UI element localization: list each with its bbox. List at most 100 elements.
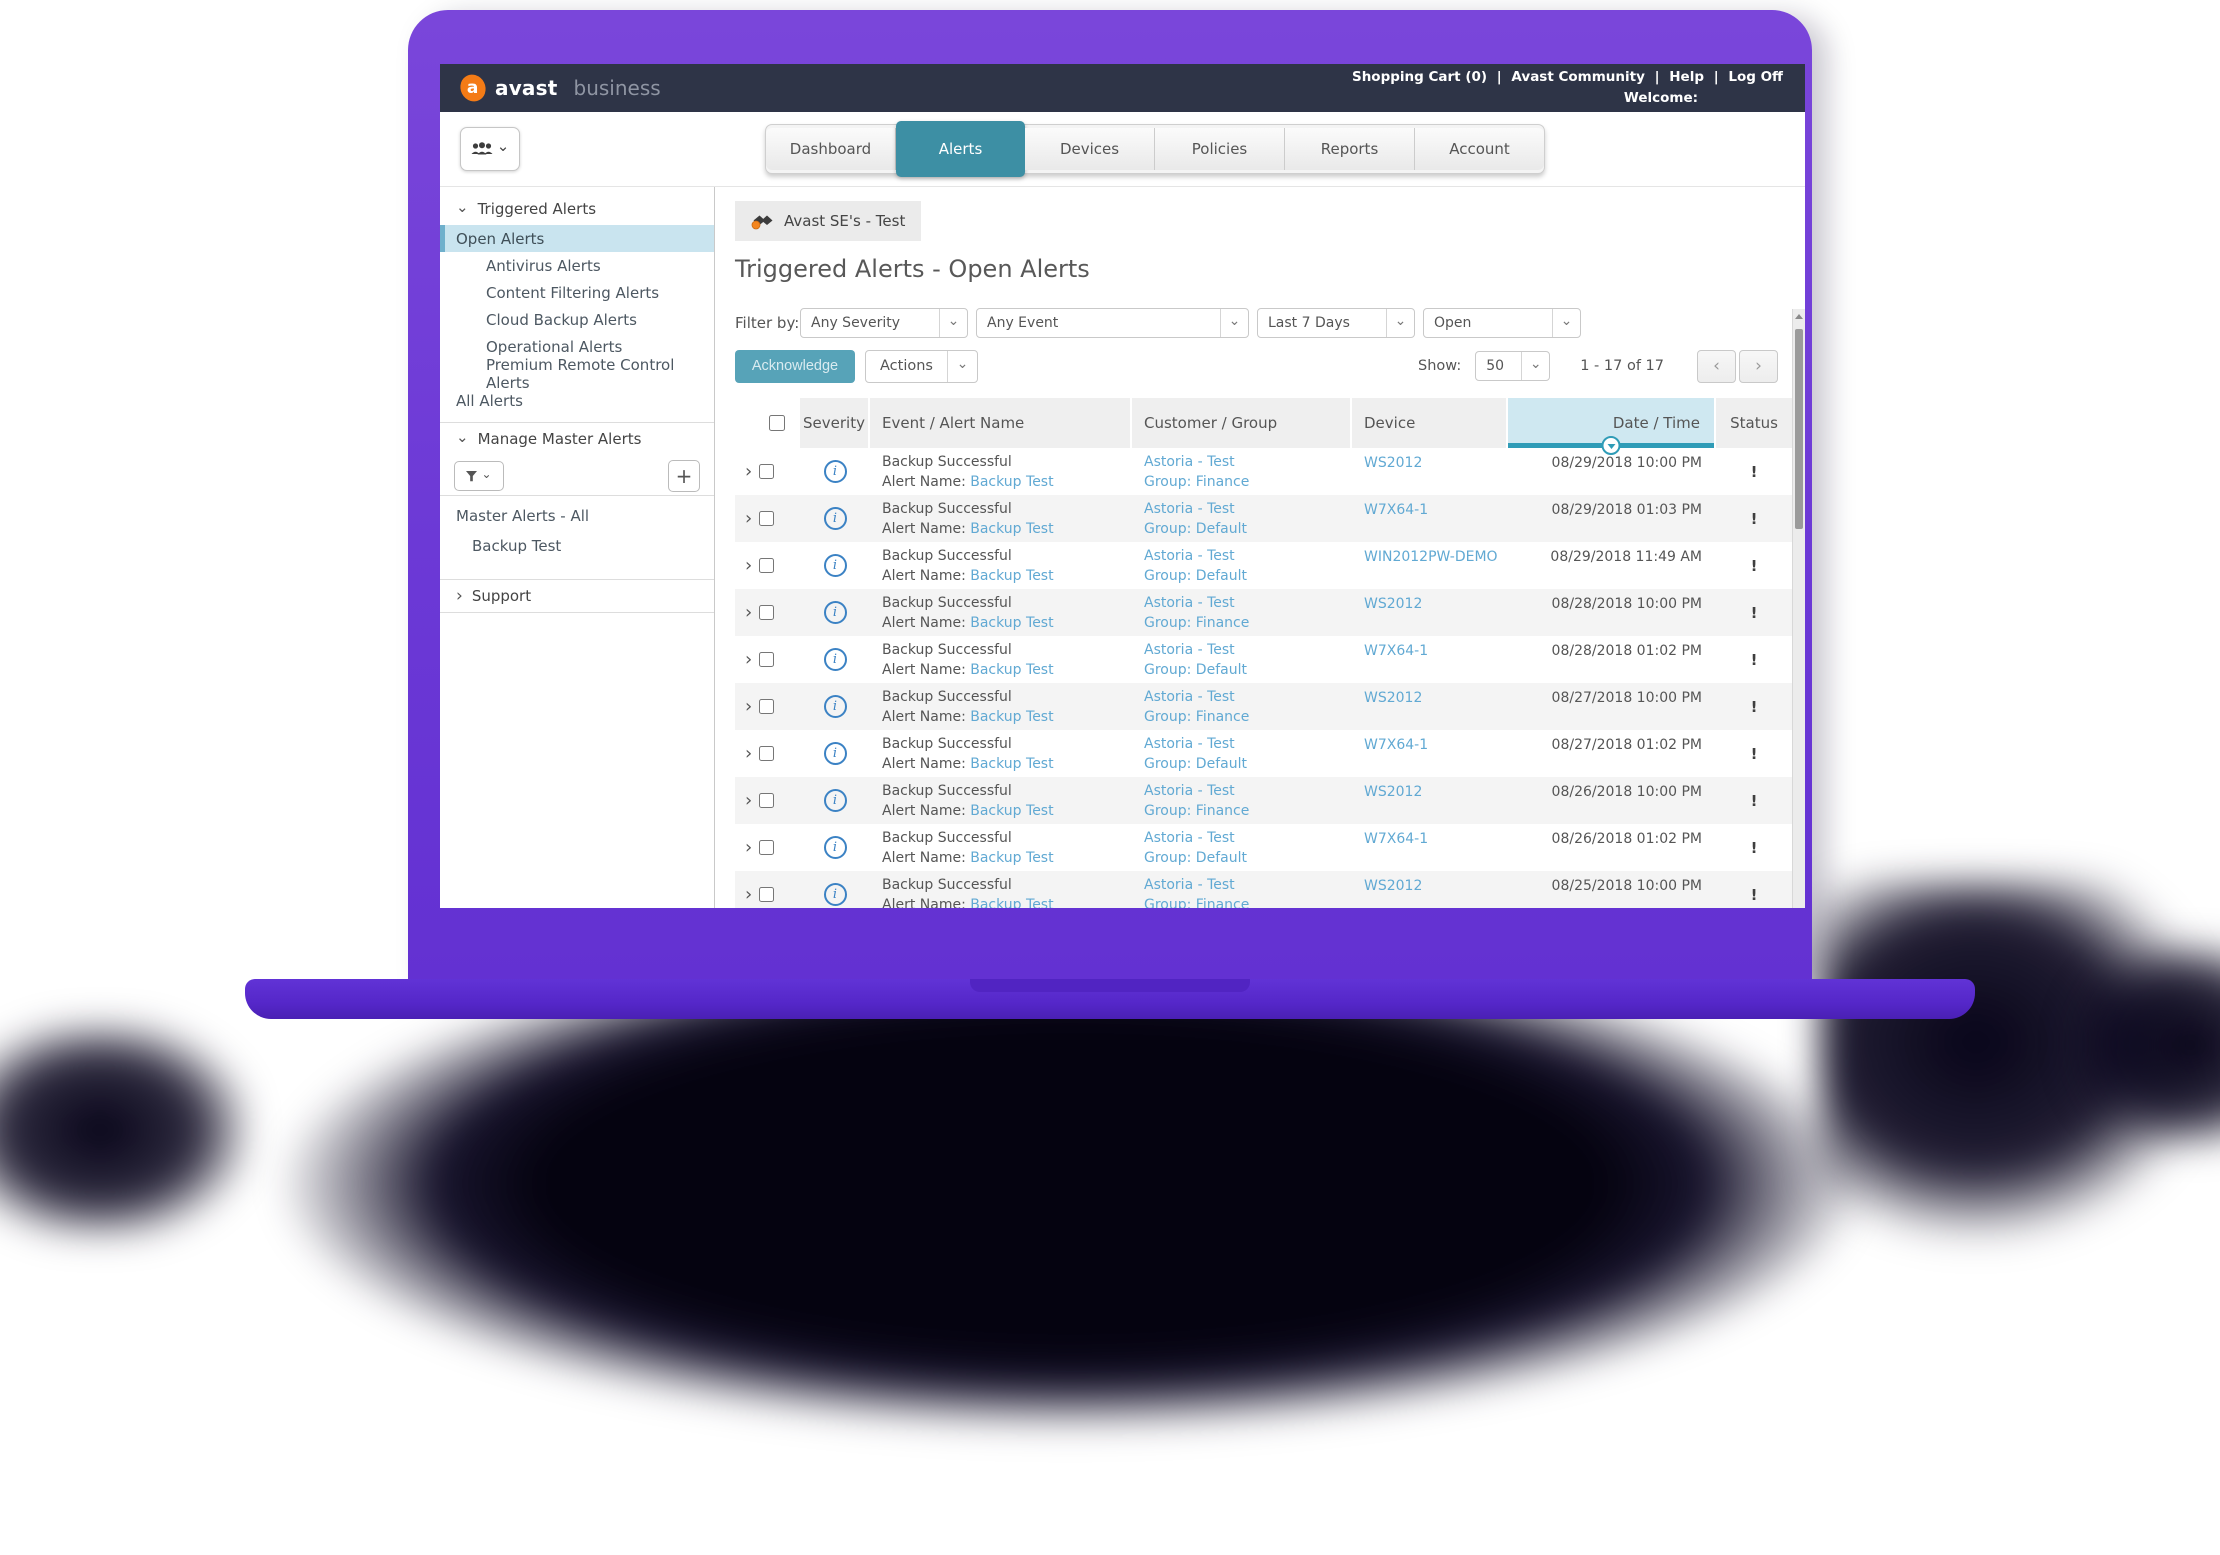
alert-name-link[interactable]: Backup Test <box>970 803 1053 819</box>
acknowledge-button[interactable]: Acknowledge <box>735 350 855 383</box>
info-icon[interactable]: i <box>824 883 847 906</box>
device-link[interactable]: WS2012 <box>1364 878 1422 894</box>
device-link[interactable]: W7X64-1 <box>1364 831 1428 847</box>
tab-account[interactable]: Account <box>1415 128 1544 170</box>
tab-policies[interactable]: Policies <box>1155 128 1285 170</box>
expand-row-icon[interactable]: › <box>745 886 752 904</box>
add-master-alert-button[interactable]: + <box>668 460 700 492</box>
row-checkbox[interactable] <box>759 511 774 526</box>
actions-dropdown-button[interactable]: Actions ⌄ <box>865 350 978 383</box>
row-checkbox[interactable] <box>759 793 774 808</box>
customer-link[interactable]: Astoria - Test <box>1144 595 1235 611</box>
next-page-button[interactable]: › <box>1739 350 1778 383</box>
customer-link[interactable]: Astoria - Test <box>1144 783 1235 799</box>
customer-header[interactable]: Customer / Group <box>1132 398 1352 448</box>
customer-link[interactable]: Astoria - Test <box>1144 501 1235 517</box>
device-link[interactable]: WS2012 <box>1364 784 1422 800</box>
customer-context-tab[interactable]: Avast SE's - Test <box>735 201 921 241</box>
alert-name-link[interactable]: Backup Test <box>970 568 1053 584</box>
expand-row-icon[interactable]: › <box>745 651 752 669</box>
page-scrollbar[interactable] <box>1792 309 1805 908</box>
log-off-link[interactable]: Log Off <box>1728 69 1783 85</box>
previous-page-button[interactable]: ‹ <box>1697 350 1736 383</box>
sidebar-section-triggered-alerts[interactable]: ⌄ Triggered Alerts <box>440 193 714 225</box>
sidebar-item-master-alerts-all[interactable]: Master Alerts - All <box>440 500 714 532</box>
help-link[interactable]: Help <box>1669 69 1704 85</box>
severity-filter-select[interactable]: Any Severity ⌄ <box>800 308 968 338</box>
customer-link[interactable]: Astoria - Test <box>1144 642 1235 658</box>
scrollbar-thumb[interactable] <box>1795 329 1803 529</box>
customer-link[interactable]: Astoria - Test <box>1144 689 1235 705</box>
sidebar-item-open-alerts[interactable]: Open Alerts <box>440 225 714 252</box>
expand-row-icon[interactable]: › <box>745 745 752 763</box>
select-all-checkbox[interactable] <box>769 415 785 431</box>
datetime-header-sorted[interactable]: Date / Time <box>1508 398 1716 448</box>
sidebar-item-backup-test[interactable]: Backup Test <box>440 532 714 559</box>
row-checkbox[interactable] <box>759 746 774 761</box>
device-link[interactable]: WS2012 <box>1364 596 1422 612</box>
page-size-select[interactable]: 50 ⌄ <box>1475 351 1550 381</box>
sidebar-item-cloud-backup-alerts[interactable]: Cloud Backup Alerts <box>440 306 714 333</box>
row-checkbox[interactable] <box>759 605 774 620</box>
master-alerts-filter-button[interactable]: ⌄ <box>454 461 504 491</box>
row-checkbox[interactable] <box>759 840 774 855</box>
shopping-cart-link[interactable]: Shopping Cart (0) <box>1352 69 1487 85</box>
device-link[interactable]: W7X64-1 <box>1364 737 1428 753</box>
info-icon[interactable]: i <box>824 742 847 765</box>
event-header[interactable]: Event / Alert Name <box>870 398 1132 448</box>
date-range-filter-select[interactable]: Last 7 Days ⌄ <box>1257 308 1415 338</box>
customer-link[interactable]: Astoria - Test <box>1144 454 1235 470</box>
expand-row-icon[interactable]: › <box>745 463 752 481</box>
sidebar-section-support[interactable]: › Support <box>440 580 714 612</box>
tab-devices[interactable]: Devices <box>1025 128 1155 170</box>
customer-link[interactable]: Astoria - Test <box>1144 830 1235 846</box>
sidebar-item-antivirus-alerts[interactable]: Antivirus Alerts <box>440 252 714 279</box>
status-header[interactable]: Status <box>1716 398 1792 448</box>
info-icon[interactable]: i <box>824 789 847 812</box>
device-header[interactable]: Device <box>1352 398 1508 448</box>
alert-name-link[interactable]: Backup Test <box>970 850 1053 866</box>
info-icon[interactable]: i <box>824 507 847 530</box>
sidebar-item-premium-remote-control-alerts[interactable]: Premium Remote Control Alerts <box>440 360 714 387</box>
customer-link[interactable]: Astoria - Test <box>1144 736 1235 752</box>
device-link[interactable]: W7X64-1 <box>1364 643 1428 659</box>
info-icon[interactable]: i <box>824 601 847 624</box>
row-checkbox[interactable] <box>759 464 774 479</box>
organization-selector-button[interactable]: ⌄ <box>460 127 520 171</box>
sidebar-section-manage-master-alerts[interactable]: ⌄ Manage Master Alerts <box>440 423 714 455</box>
info-icon[interactable]: i <box>824 648 847 671</box>
expand-row-icon[interactable]: › <box>745 604 752 622</box>
info-icon[interactable]: i <box>824 460 847 483</box>
device-link[interactable]: WS2012 <box>1364 455 1422 471</box>
alert-name-link[interactable]: Backup Test <box>970 897 1053 908</box>
avast-community-link[interactable]: Avast Community <box>1511 69 1644 85</box>
row-checkbox[interactable] <box>759 558 774 573</box>
tab-dashboard[interactable]: Dashboard <box>766 128 896 170</box>
row-checkbox[interactable] <box>759 652 774 667</box>
row-checkbox[interactable] <box>759 699 774 714</box>
alert-name-link[interactable]: Backup Test <box>970 709 1053 725</box>
scrollbar-up-arrow-icon[interactable] <box>1793 309 1805 323</box>
event-filter-select[interactable]: Any Event ⌄ <box>976 308 1249 338</box>
info-icon[interactable]: i <box>824 695 847 718</box>
alert-name-link[interactable]: Backup Test <box>970 615 1053 631</box>
device-link[interactable]: WS2012 <box>1364 690 1422 706</box>
device-link[interactable]: WIN2012PW-DEMO <box>1364 549 1498 565</box>
expand-row-icon[interactable]: › <box>745 792 752 810</box>
info-icon[interactable]: i <box>824 836 847 859</box>
expand-row-icon[interactable]: › <box>745 698 752 716</box>
tab-reports[interactable]: Reports <box>1285 128 1415 170</box>
device-link[interactable]: W7X64-1 <box>1364 502 1428 518</box>
info-icon[interactable]: i <box>824 554 847 577</box>
state-filter-select[interactable]: Open ⌄ <box>1423 308 1581 338</box>
customer-link[interactable]: Astoria - Test <box>1144 548 1235 564</box>
alert-name-link[interactable]: Backup Test <box>970 756 1053 772</box>
row-checkbox[interactable] <box>759 887 774 902</box>
sidebar-item-content-filtering-alerts[interactable]: Content Filtering Alerts <box>440 279 714 306</box>
alert-name-link[interactable]: Backup Test <box>970 474 1053 490</box>
tab-alerts[interactable]: Alerts <box>896 121 1025 177</box>
alert-name-link[interactable]: Backup Test <box>970 521 1053 537</box>
customer-link[interactable]: Astoria - Test <box>1144 877 1235 893</box>
severity-header[interactable]: Severity <box>800 398 870 448</box>
expand-row-icon[interactable]: › <box>745 510 752 528</box>
